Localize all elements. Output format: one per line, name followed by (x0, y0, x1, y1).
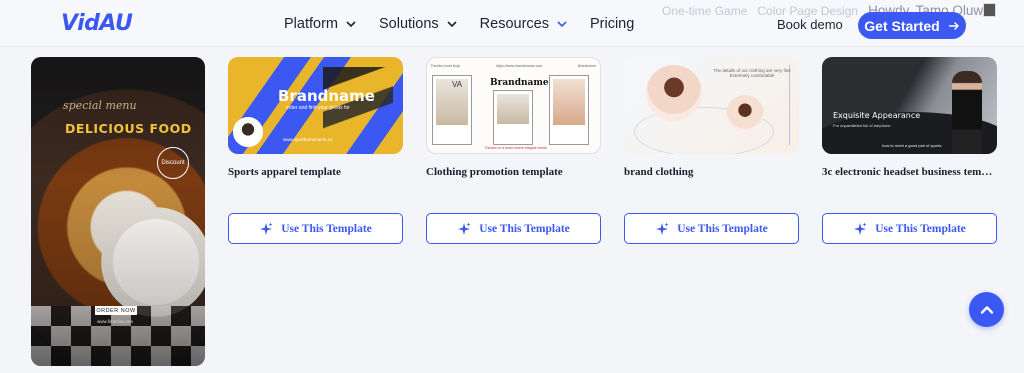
order-now-badge: ORDER NOW (95, 306, 137, 315)
template-card-brand-clothing: The details of our clothing are very fin… (624, 57, 799, 244)
button-label: Use This Template (281, 222, 372, 235)
nav-item-resources[interactable]: Resources (480, 16, 568, 32)
chevron-down-icon (346, 21, 356, 28)
thumb-sub: For unparalleled full of earphone (833, 123, 891, 128)
avatar[interactable] (983, 3, 996, 17)
thumb-header-left: Fashion work shop (431, 64, 461, 68)
thumb-title: Exquisite Appearance (833, 111, 921, 120)
thumb-header-right: Brandname (577, 64, 596, 68)
thumb-va: VA (452, 80, 463, 89)
top-navigation-bar: VidAU One-time Game Color Page Design Ho… (0, 0, 1024, 47)
nav-label: Resources (479, 16, 549, 32)
template-card-sports: Brandname enter and find your goods for … (228, 57, 403, 244)
sparkle-icon (260, 222, 273, 235)
ring-text: Discount (161, 160, 185, 166)
template-thumbnail[interactable]: The details of our clothing are very fin… (624, 57, 799, 154)
sparkle-icon (656, 222, 669, 235)
use-this-template-button[interactable]: Use This Template (822, 213, 997, 244)
food-template-preview[interactable]: special menu DELICIOUS FOOD Discount ORD… (31, 57, 205, 366)
get-started-label: Get Started (864, 17, 940, 34)
sparkle-icon (854, 222, 867, 235)
button-label: Use This Template (677, 222, 768, 235)
template-name: 3c electronic headset business templ... (822, 166, 997, 178)
thumb-tiny: www.sportbrandname.co (283, 137, 333, 142)
nav-label: Solutions (379, 16, 439, 32)
thumb-sub: enter and find your goods for (286, 105, 350, 111)
use-this-template-button[interactable]: Use This Template (426, 213, 601, 244)
thumb-brand: Brandname (278, 87, 375, 105)
ghost-text-1: One-time Game (662, 3, 748, 18)
template-name: Sports apparel template (228, 166, 341, 178)
discount-ring: Discount (157, 147, 189, 179)
button-label: Use This Template (875, 222, 966, 235)
ghost-text-2: Color Page Design (757, 3, 859, 18)
fashion-photo (549, 75, 589, 145)
nav-item-solutions[interactable]: Solutions (379, 16, 458, 32)
hero-script-text: special menu (63, 99, 137, 112)
book-demo-link[interactable]: Book demo (777, 17, 843, 32)
nav-label: Platform (284, 16, 338, 32)
use-this-template-button[interactable]: Use This Template (624, 213, 799, 244)
nav-item-platform[interactable]: Platform (284, 16, 357, 32)
person-avatar-image (233, 117, 263, 147)
button-label: Use This Template (479, 222, 570, 235)
model-photo (952, 71, 982, 154)
template-thumbnail[interactable]: Brandname enter and find your goods for … (228, 57, 403, 154)
model-photo (726, 95, 764, 133)
get-started-button[interactable]: Get Started (858, 12, 966, 39)
template-thumbnail[interactable]: Fashion work shop https://www.brandaname… (426, 57, 601, 154)
fashion-photo (493, 90, 533, 145)
template-card-3c-headset: Exquisite Appearance For unparalleled fu… (822, 57, 997, 244)
thumb-footer: Fashion in a world where elegant meets (485, 146, 547, 150)
thumb-caption: The details of our clothing are very fin… (713, 68, 791, 78)
chevron-down-icon (557, 21, 567, 28)
scroll-to-top-button[interactable] (969, 292, 1004, 327)
nav-label: Pricing (589, 16, 635, 32)
vidau-logo[interactable]: VidAU (61, 11, 133, 36)
nav-item-pricing[interactable]: Pricing (590, 16, 634, 32)
thumb-line: how to meet a good pair of sports (882, 143, 942, 148)
arrow-right-icon (948, 21, 959, 30)
template-name: brand clothing (624, 166, 694, 178)
model-photo (646, 65, 702, 121)
main-nav: Platform Solutions Resources Pricing (284, 16, 634, 32)
thumb-header-mid: https://www.brandaname.com (496, 64, 543, 68)
chevron-up-icon (980, 305, 993, 314)
thumb-brand: Brandname (490, 78, 549, 88)
hero-title: DELICIOUS FOOD (65, 121, 192, 136)
hero-url-text: www.fimediia.com (97, 319, 134, 324)
template-thumbnail[interactable]: Exquisite Appearance For unparalleled fu… (822, 57, 997, 154)
template-name: Clothing promotion template (426, 166, 563, 178)
template-card-clothing-promotion: Fashion work shop https://www.brandaname… (426, 57, 601, 244)
use-this-template-button[interactable]: Use This Template (228, 213, 403, 244)
sparkle-icon (458, 222, 471, 235)
chevron-down-icon (447, 21, 457, 28)
